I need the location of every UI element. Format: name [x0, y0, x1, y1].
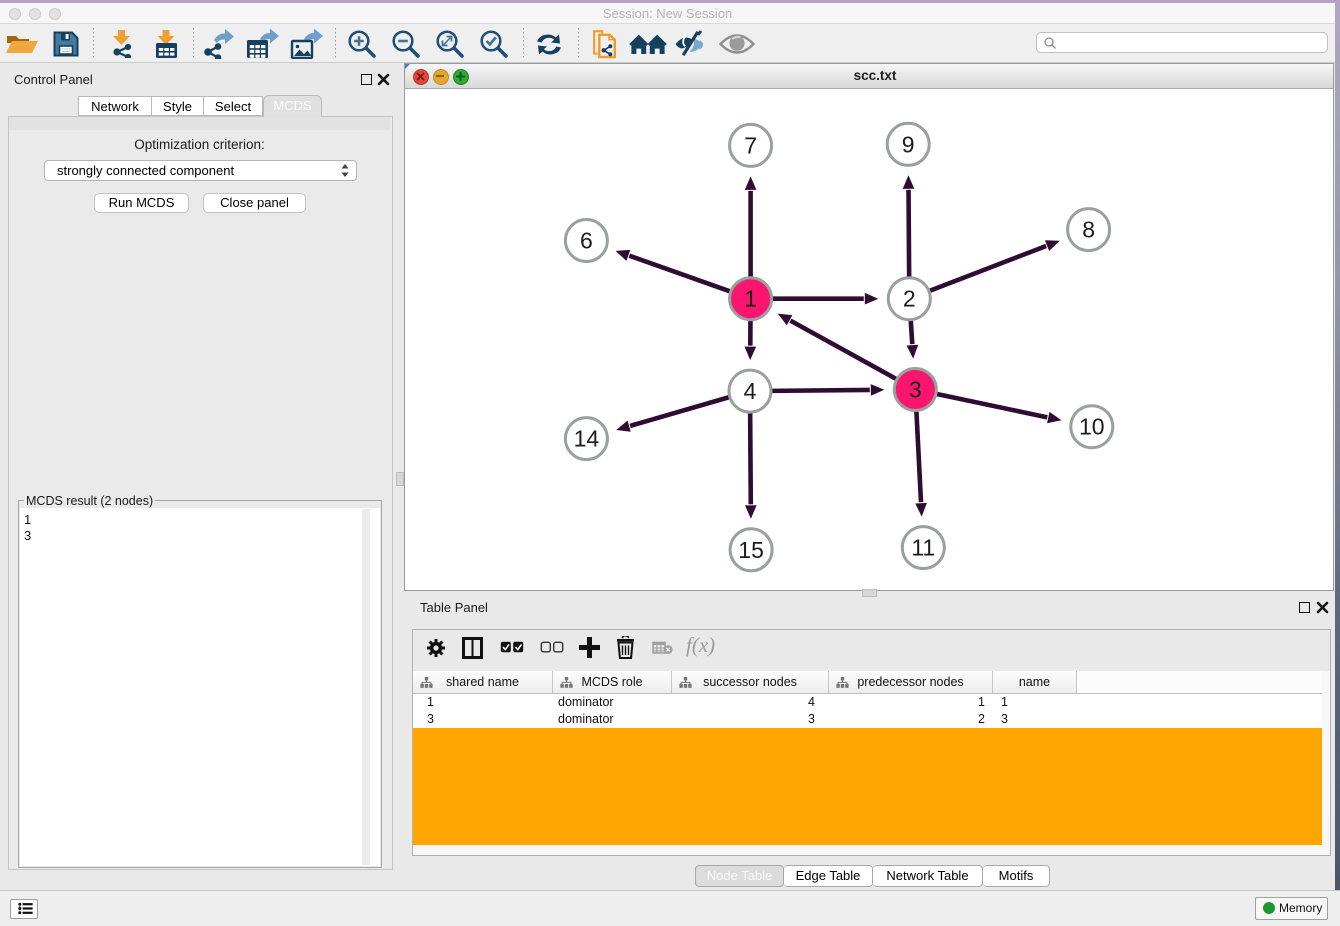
svg-text:4: 4	[744, 378, 757, 404]
svg-text:10: 10	[1079, 414, 1105, 440]
svg-text:15: 15	[738, 537, 764, 563]
svg-text:1: 1	[744, 286, 757, 312]
svg-text:3: 3	[909, 377, 922, 403]
svg-text:7: 7	[744, 132, 757, 158]
svg-text:6: 6	[580, 228, 593, 254]
svg-text:2: 2	[903, 286, 916, 312]
svg-text:14: 14	[574, 426, 600, 452]
svg-text:9: 9	[902, 131, 915, 157]
svg-text:8: 8	[1082, 217, 1095, 243]
svg-text:11: 11	[911, 535, 935, 561]
